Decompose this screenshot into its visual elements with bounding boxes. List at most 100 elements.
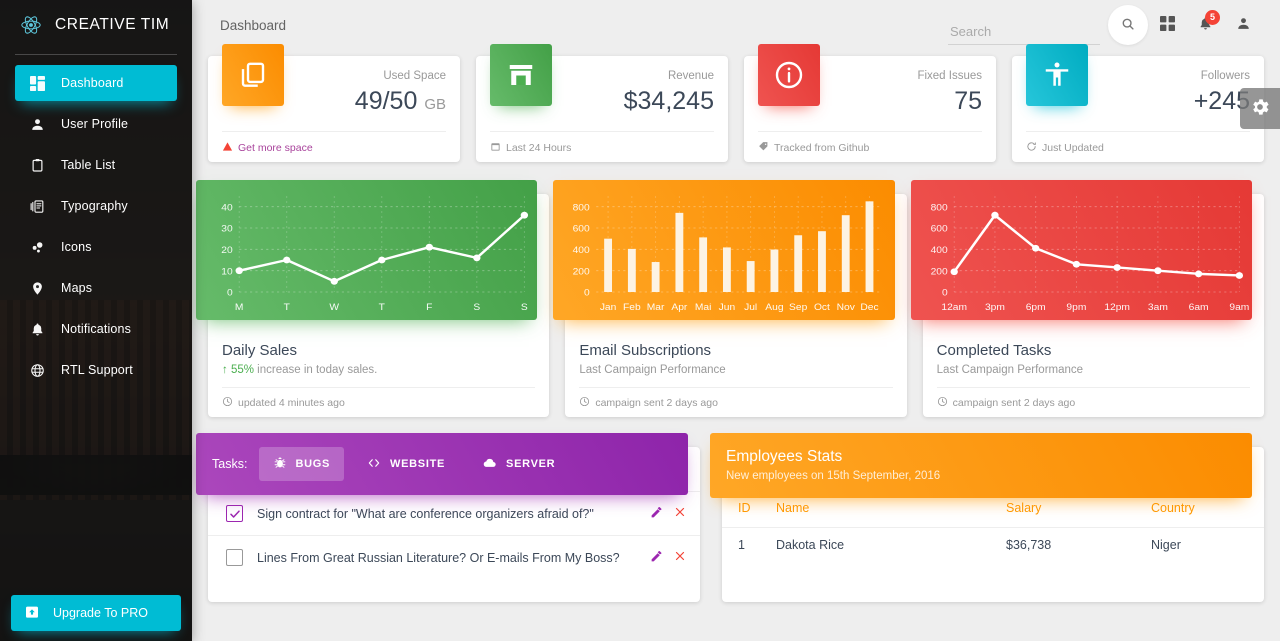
task-row: Lines From Great Russian Literature? Or … [208,535,700,579]
tab-server[interactable]: SERVER [467,447,569,481]
completed-tasks-chart[interactable]: 0 200 400 600 800 12am 3pm 6pm 9pm 12pm 3am 6am 9am [910,180,1252,320]
stat-footer-label: Get more space [238,142,313,154]
divider [222,131,446,132]
task-edit-button[interactable] [650,550,663,566]
stat-footer[interactable]: Get more space [222,141,313,155]
stat-footer-label: Just Updated [1042,142,1104,154]
divider [222,387,536,388]
sidebar-item-label: User Profile [61,116,129,131]
svg-text:30: 30 [221,224,233,235]
sidebar-item-rtl-support[interactable]: RTL Support [15,352,177,388]
chart-subtitle: Last Campaign Performance [579,364,726,376]
task-checkbox[interactable] [226,549,243,566]
clock-icon [579,396,590,410]
svg-text:6pm: 6pm [1025,302,1045,313]
sidebar-item-user-profile[interactable]: User Profile [15,106,177,142]
warning-icon [222,141,233,155]
svg-text:200: 200 [573,267,591,278]
stat-footer-label: Last 24 Hours [506,142,572,154]
sidebar-item-dashboard[interactable]: Dashboard [15,65,177,101]
tab-website[interactable]: WEBSITE [352,447,459,481]
chart-footer-label: campaign sent 2 days ago [952,397,1076,409]
user-menu-button[interactable] [1224,6,1262,44]
topbar: Dashboard Search 5 [192,0,1280,50]
task-edit-button[interactable] [650,506,663,522]
cell-id: 1 [738,538,745,552]
svg-text:W: W [329,302,339,313]
stat-footer: Tracked from Github [758,141,869,155]
store-icon [490,44,552,106]
svg-text:3am: 3am [1148,302,1168,313]
unarchive-icon [24,604,40,623]
close-icon [674,506,686,521]
chart-footer-label: updated 4 minutes ago [238,397,345,409]
sidebar-item-label: Icons [61,239,92,254]
stat-card-revenue: Revenue $34,245 Last 24 Hours [476,44,728,162]
svg-text:M: M [235,302,244,313]
upgrade-label: Upgrade To PRO [53,606,148,620]
svg-text:Oct: Oct [814,302,830,313]
svg-text:Feb: Feb [623,302,641,313]
svg-text:Mai: Mai [695,302,712,313]
search-input[interactable] [948,21,1100,45]
sidebar-item-label: Maps [61,280,93,295]
svg-text:T: T [379,302,385,313]
tasks-label: Tasks: [212,457,248,471]
svg-text:20: 20 [221,245,233,256]
bell-icon [27,322,47,337]
svg-text:200: 200 [930,267,948,278]
stat-number: 75 [954,87,982,115]
svg-text:600: 600 [930,224,948,235]
search-button[interactable] [1108,5,1148,45]
tab-bugs[interactable]: BUGS [259,447,345,481]
svg-text:400: 400 [573,245,591,256]
settings-button[interactable] [1240,88,1280,129]
svg-text:Dec: Dec [861,302,879,313]
email-subscriptions-chart[interactable]: 0 200 400 600 800 Jan Feb Mar Apr Mai Jun Jul Aug Sep… [553,180,895,320]
tag-icon [758,141,769,155]
person-icon [27,117,47,132]
svg-text:S: S [473,302,480,313]
svg-text:600: 600 [573,224,591,235]
table-row: 1 Dakota Rice $36,738 Niger [722,528,1264,563]
svg-text:12am: 12am [941,302,967,313]
sidebar-item-typography[interactable]: Typography [15,188,177,224]
stat-card-followers: Followers +245 Just Updated [1012,44,1264,162]
task-actions [650,550,686,566]
svg-text:F: F [426,302,432,313]
sidebar-item-table-list[interactable]: Table List [15,147,177,183]
task-text: Lines From Great Russian Literature? Or … [257,550,620,565]
tab-label: SERVER [506,458,556,470]
task-checkbox[interactable] [226,505,243,522]
calendar-icon [490,141,501,155]
sidebar-item-maps[interactable]: Maps [15,270,177,306]
dashboard-grid-button[interactable] [1148,6,1186,44]
cell-salary: $36,738 [1006,538,1052,552]
bubble-chart-icon [27,240,47,255]
brand[interactable]: CREATIVE TIM [0,0,192,50]
update-icon [1026,141,1037,155]
search-icon [1121,17,1135,34]
daily-sales-chart[interactable]: 0 10 20 30 40 M T W T F S S [196,180,538,320]
sidebar-item-notifications[interactable]: Notifications [15,311,177,347]
task-text: Sign contract for "What are conference o… [257,506,594,521]
sidebar-item-label: Dashboard [61,75,124,90]
tasks-panel: Tasks: BUGS WEBSITE SERVER Sign contract… [196,433,700,602]
upgrade-to-pro-button[interactable]: Upgrade To PRO [11,595,181,631]
chart-footer-label: campaign sent 2 days ago [595,397,718,409]
task-delete-button[interactable] [674,550,686,565]
chart-subtitle: Last Campaign Performance [936,364,1084,376]
notifications-button[interactable]: 5 [1186,6,1224,44]
task-delete-button[interactable] [674,506,686,521]
chart-title: Email Subscriptions [579,342,712,359]
tab-label: BUGS [295,458,331,470]
notifications-badge: 5 [1205,10,1220,25]
svg-text:400: 400 [930,245,948,256]
employees-panel: Employees Stats New employees on 15th Se… [710,433,1264,602]
stat-card-used-space: Used Space 49/50 GB Get more space [208,44,460,162]
stat-unit: GB [424,96,446,113]
svg-text:Aug: Aug [766,302,784,313]
sidebar-item-icons[interactable]: Icons [15,229,177,265]
arrow-up-icon: ↑ [222,364,228,376]
svg-text:Jan: Jan [600,302,617,313]
